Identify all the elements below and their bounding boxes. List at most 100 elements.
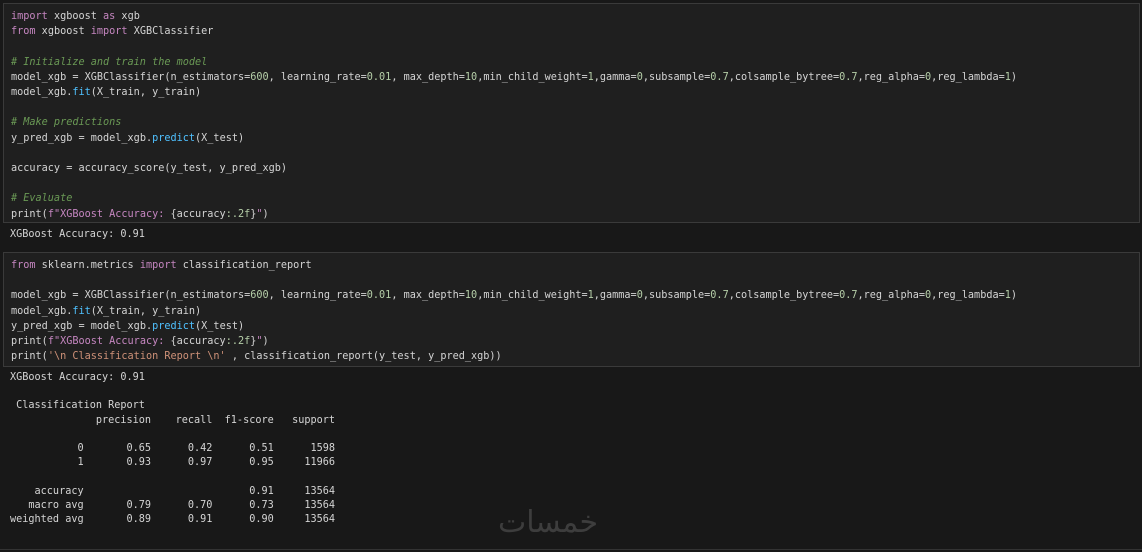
code-line: model_xgb.fit(X_train, y_train) xyxy=(11,87,201,98)
code-token: model_xgb xyxy=(11,71,67,83)
code-token: predict xyxy=(152,132,196,144)
code-token: = xyxy=(72,320,91,332)
code-token: , learning_rate= xyxy=(268,290,367,302)
code-line: accuracy = accuracy_score(y_test, y_pred… xyxy=(11,163,287,174)
code-token: f"XGBoost Accuracy: xyxy=(47,336,171,348)
code-token: ,reg_lambda= xyxy=(931,290,1005,302)
code-token: 0.01 xyxy=(366,71,392,83)
code-token: from xyxy=(11,26,36,38)
code-token: ,reg_lambda= xyxy=(931,71,1005,83)
code-token: ) xyxy=(1010,71,1018,83)
code-token: sklearn.metrics xyxy=(35,260,140,271)
code-token: (X_test) xyxy=(195,132,245,144)
code-line: # Initialize and train the model xyxy=(11,57,207,68)
code-token: xgboost xyxy=(35,26,91,38)
code-line: y_pred_xgb = model_xgb.predict(X_test) xyxy=(11,133,244,144)
code-token: # Initialize and train the model xyxy=(11,56,208,68)
code-token: :.2f xyxy=(225,208,251,220)
code-token: ,subsample= xyxy=(642,290,711,302)
code-token: 10 xyxy=(464,71,478,83)
code-token: as xyxy=(103,11,116,22)
code-token: = xyxy=(66,290,85,302)
code-line: # Make predictions xyxy=(11,117,121,128)
code-token: , max_depth= xyxy=(391,290,465,302)
code-token: 0.7 xyxy=(839,71,858,83)
code-token: ) xyxy=(1010,290,1018,302)
code-line: model_xgb = XGBClassifier(n_estimators=6… xyxy=(11,290,1017,301)
code-token: model_xgb. xyxy=(11,305,73,317)
code-token: model_xgb. xyxy=(11,87,73,99)
code-token: model_xgb. xyxy=(90,132,153,144)
code-line: from sklearn.metrics import classificati… xyxy=(11,260,312,271)
cell-1-output: XGBoost Accuracy: 0.91 xyxy=(10,229,145,240)
code-token: 600 xyxy=(250,290,269,302)
code-token: (X_test) xyxy=(195,320,245,332)
code-token: xgboost xyxy=(47,11,104,22)
code-line: model_xgb = XGBClassifier(n_estimators=6… xyxy=(11,72,1017,83)
code-line: model_xgb.fit(X_train, y_train) xyxy=(11,306,201,317)
code-token: y_pred_xgb xyxy=(11,320,73,332)
code-token: , max_depth= xyxy=(391,71,465,83)
code-token: classification_report xyxy=(176,260,312,271)
code-token: = xyxy=(72,132,91,144)
code-token: = xyxy=(66,71,85,83)
code-token: ,gamma= xyxy=(593,71,637,83)
code-token: model_xgb. xyxy=(90,320,153,332)
code-token: ) xyxy=(262,336,269,348)
code-token: (n_estimators= xyxy=(164,290,251,302)
code-token: ,reg_alpha= xyxy=(857,290,925,302)
code-token: ,subsample= xyxy=(642,71,711,83)
code-token: model_xgb xyxy=(11,290,67,302)
code-token: = xyxy=(60,163,79,175)
code-token: y_pred_xgb xyxy=(11,132,73,144)
code-token: {accuracy xyxy=(170,336,226,348)
code-token: ,colsample_bytree= xyxy=(728,290,840,302)
code-token: {accuracy xyxy=(170,208,226,220)
divider xyxy=(0,549,1142,550)
code-token: 10 xyxy=(464,290,478,302)
code-token: fit xyxy=(72,87,91,99)
code-token: # Make predictions xyxy=(11,117,122,129)
code-token: 0.7 xyxy=(710,290,729,302)
code-token: XGBClassifier xyxy=(127,26,214,38)
cell-2-output: XGBoost Accuracy: 0.91 Classification Re… xyxy=(10,372,336,526)
code-line: y_pred_xgb = model_xgb.predict(X_test) xyxy=(11,321,244,332)
code-token: import xyxy=(11,11,48,22)
code-token: (X_train, y_train) xyxy=(90,87,202,99)
code-token: f"XGBoost Accuracy: xyxy=(47,208,171,220)
code-token: fit xyxy=(72,305,91,317)
code-token: ,min_child_weight= xyxy=(477,71,588,83)
code-token: # Evaluate xyxy=(11,193,73,205)
code-token: , learning_rate= xyxy=(268,71,367,83)
code-line: print(f"XGBoost Accuracy: {accuracy:.2f}… xyxy=(11,336,269,347)
code-editor-2[interactable]: from sklearn.metrics import classificati… xyxy=(11,258,1017,364)
code-line: print(f"XGBoost Accuracy: {accuracy:.2f}… xyxy=(11,209,269,220)
code-cell-1[interactable]: import xgboost as xgb from xgboost impor… xyxy=(3,3,1140,223)
code-token: (X_train, y_train) xyxy=(90,305,202,317)
code-line: print('\n Classification Report \n' , cl… xyxy=(11,351,502,362)
code-token: 0.7 xyxy=(710,71,729,83)
code-token: '\n Classification Report \n' xyxy=(47,351,226,363)
notebook: import xgboost as xgb from xgboost impor… xyxy=(0,0,1142,552)
code-token: ,gamma= xyxy=(593,290,637,302)
code-token: ,min_child_weight= xyxy=(477,290,588,302)
code-token: predict xyxy=(152,320,196,332)
code-cell-2[interactable]: from sklearn.metrics import classificati… xyxy=(3,252,1140,367)
code-token: ,colsample_bytree= xyxy=(728,71,840,83)
code-token: , classification_report(y_test, y_pred_x… xyxy=(225,351,502,363)
code-token: XGBClassifier xyxy=(84,290,165,302)
code-token: xgb xyxy=(115,11,140,22)
code-token: ) xyxy=(262,208,269,220)
code-token: ,reg_alpha= xyxy=(857,71,925,83)
code-token: :.2f xyxy=(225,336,251,348)
code-token: print( xyxy=(11,351,48,363)
code-token: print( xyxy=(11,208,48,220)
code-line: # Evaluate xyxy=(11,193,72,204)
code-token: print( xyxy=(11,336,48,348)
code-token: XGBClassifier xyxy=(84,71,165,83)
code-editor-1[interactable]: import xgboost as xgb from xgboost impor… xyxy=(11,9,1017,222)
code-token: 0.01 xyxy=(366,290,392,302)
code-token: import xyxy=(139,260,177,271)
code-token: 600 xyxy=(250,71,269,83)
code-token: accuracy_score(y_test, y_pred_xgb) xyxy=(78,163,288,175)
